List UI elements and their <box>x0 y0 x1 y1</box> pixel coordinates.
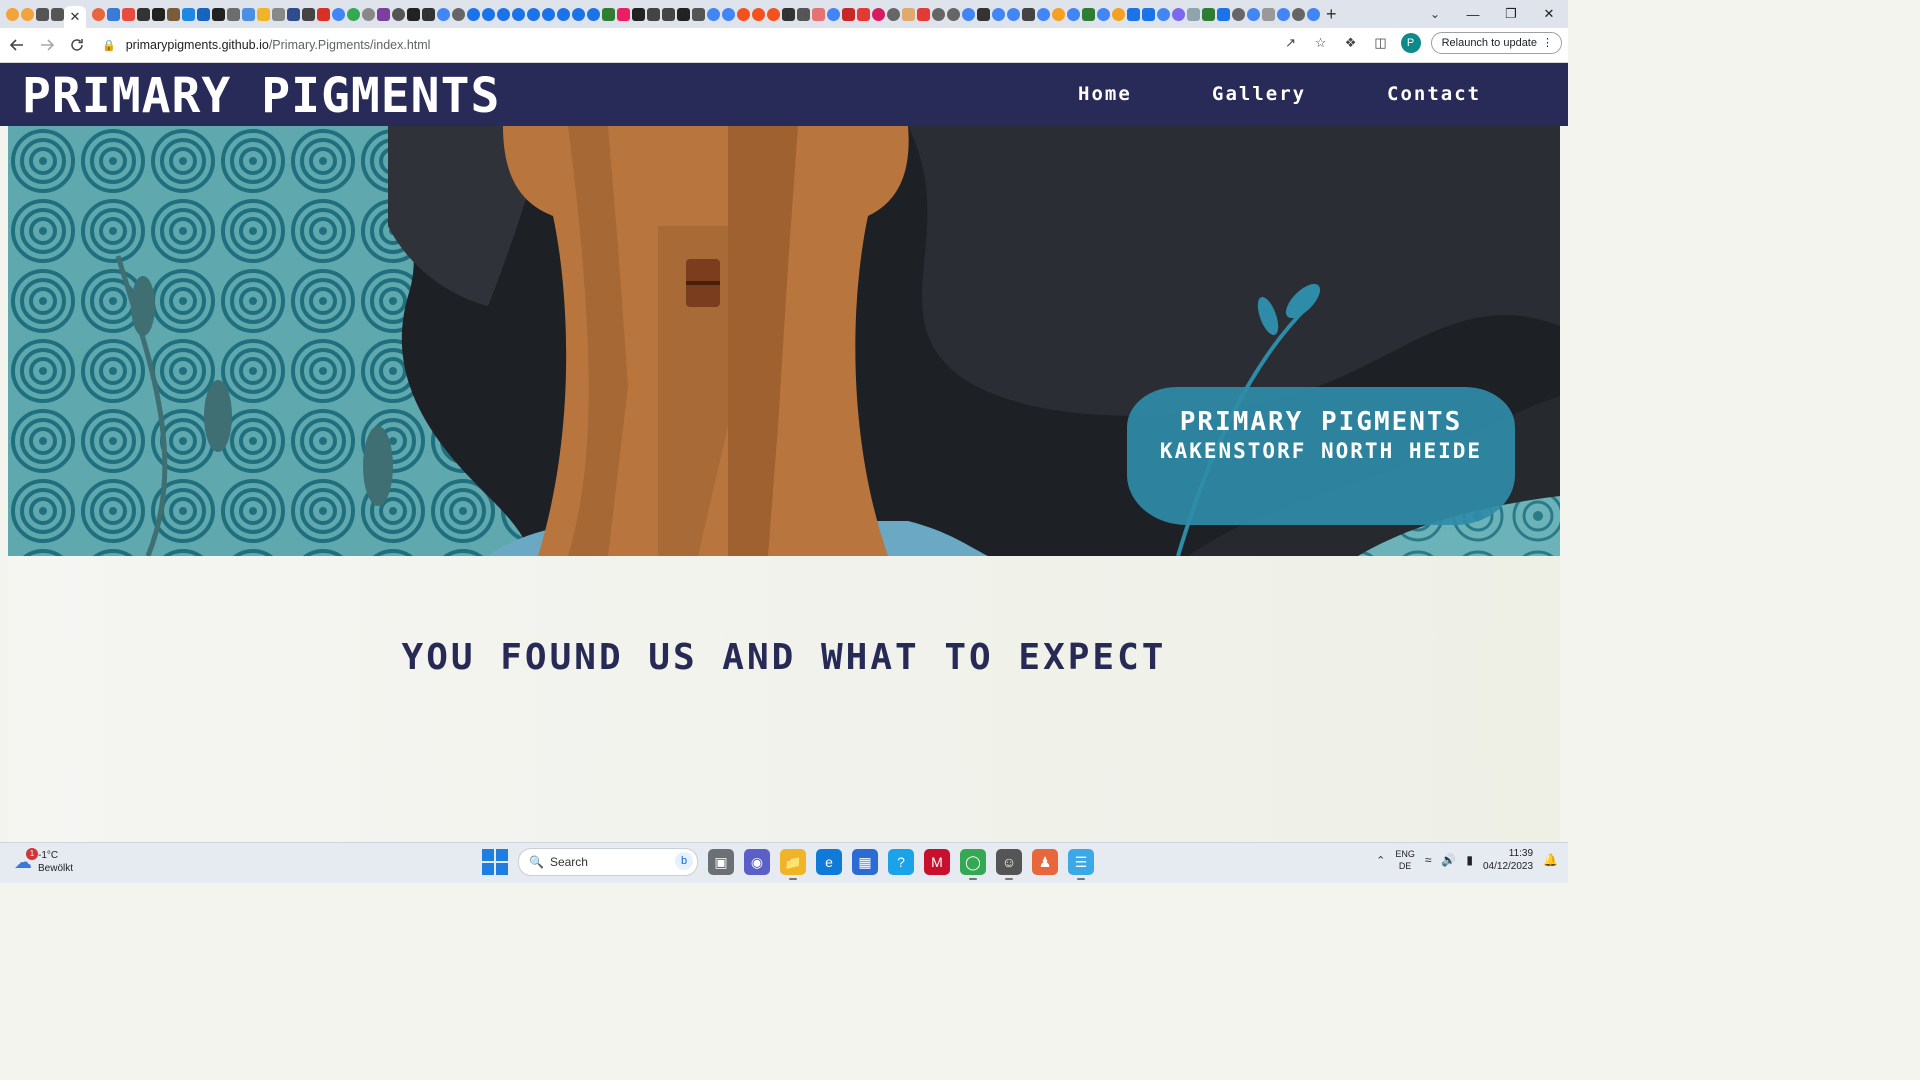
microsoft-store-icon[interactable]: ▦ <box>852 849 878 875</box>
url-host: primarypigments.github.io <box>125 38 269 52</box>
nav-home-link[interactable]: Home <box>1078 83 1132 105</box>
tab-favicon[interactable] <box>36 7 49 21</box>
site-logo[interactable]: PRIMARY PIGMENTS <box>22 68 500 124</box>
site-header: PRIMARY PIGMENTS Home Gallery Contact <box>0 63 1568 126</box>
url-path: /Primary.Pigments/index.html <box>268 38 431 52</box>
browser-toolbar: 🔒 primarypigments.github.io/Primary.Pigm… <box>0 28 1568 63</box>
reload-icon <box>71 39 83 51</box>
arrow-left-icon <box>10 39 23 51</box>
nav-contact-link[interactable]: Contact <box>1387 83 1481 105</box>
intro-section: YOU FOUND US AND WHAT TO EXPECT <box>8 556 1560 842</box>
active-tab-close-button[interactable]: ✕ <box>64 6 86 28</box>
notification-badge: 1 <box>26 847 38 860</box>
language-top: ENG <box>1395 849 1415 859</box>
taskbar-apps: 🔍 Search b ▣ ◉ 📁 e ▦ ? M ◯ ☺ ♟ ☰ <box>482 848 1094 880</box>
extensions-icon[interactable]: ❖ <box>1341 33 1361 53</box>
mcafee-icon[interactable]: M <box>924 849 950 875</box>
relaunch-label: Relaunch to update <box>1441 37 1537 49</box>
chevron-up-icon[interactable]: ⌃ <box>1376 854 1385 867</box>
hero-subtitle: KAKENSTORF NORTH HEIDE <box>1159 439 1483 463</box>
language-bottom: DE <box>1398 861 1412 871</box>
battery-icon[interactable]: ▮ <box>1466 853 1473 867</box>
clock-time: 11:39 <box>1508 848 1534 859</box>
new-tab-button[interactable]: + <box>1326 4 1337 25</box>
menu-dots-icon: ⋮ <box>1542 37 1553 49</box>
taskbar-search[interactable]: 🔍 Search b <box>518 848 698 876</box>
bing-icon[interactable]: b <box>675 852 693 870</box>
share-icon[interactable]: ↗ <box>1281 33 1301 53</box>
tab-favicon[interactable] <box>51 7 64 21</box>
app-person-icon[interactable]: ♟ <box>1032 849 1058 875</box>
arrow-right-icon <box>41 39 54 51</box>
section-heading: YOU FOUND US AND WHAT TO EXPECT <box>401 637 1167 678</box>
page-scrollbar[interactable] <box>1560 126 1568 842</box>
system-tray: ⌃ ENG DE ≈ 🔊 ▮ 11:39 04/12/2023 🔔 <box>1376 847 1558 873</box>
web-page: PRIMARY PIGMENTS Home Gallery Contact PR… <box>0 63 1568 842</box>
nav-gallery-link[interactable]: Gallery <box>1212 83 1306 105</box>
hero-title-card: PRIMARY PIGMENTS KAKENSTORF NORTH HEIDE <box>1127 387 1515 525</box>
back-button[interactable] <box>4 32 30 58</box>
search-placeholder: Search <box>549 855 588 869</box>
side-panel-icon[interactable]: ◫ <box>1371 33 1391 53</box>
search-icon: 🔍 <box>529 855 544 869</box>
language-indicator[interactable]: ENG DE <box>1395 848 1415 872</box>
help-icon[interactable]: ? <box>888 849 914 875</box>
clock-date: 04/12/2023 <box>1482 861 1534 872</box>
reload-button[interactable] <box>64 32 90 58</box>
notification-bell-icon[interactable]: 🔔 <box>1543 853 1558 867</box>
tab-favicon[interactable] <box>21 7 34 21</box>
edge-browser-icon[interactable]: e <box>816 849 842 875</box>
cloud-icon: ☁ 1 <box>14 847 38 873</box>
profile-avatar[interactable]: P <box>1400 33 1421 53</box>
notepad-icon[interactable]: ☰ <box>1068 849 1094 880</box>
restore-button[interactable]: ❐ <box>1492 0 1530 28</box>
file-explorer-icon[interactable]: 📁 <box>780 849 806 880</box>
weather-widget[interactable]: ☁ 1 -1°C Bewölkt <box>14 847 74 875</box>
forward-button[interactable] <box>34 32 60 58</box>
window-controls: — ❐ ✕ <box>1454 0 1568 28</box>
address-bar[interactable]: primarypigments.github.io/Primary.Pigmen… <box>126 38 431 52</box>
volume-icon[interactable]: 🔊 <box>1441 853 1456 867</box>
close-window-button[interactable]: ✕ <box>1530 0 1568 28</box>
emoji-app-icon[interactable]: ☺ <box>996 849 1022 880</box>
minimize-button[interactable]: — <box>1454 0 1492 28</box>
task-view-icon[interactable]: ▣ <box>708 849 734 875</box>
start-button[interactable] <box>482 849 508 875</box>
tab-search-button[interactable]: ⌄ <box>1420 0 1450 28</box>
pinned-tab-favicons[interactable] <box>0 0 64 28</box>
tab-favicons[interactable] <box>86 0 1320 28</box>
windows-taskbar: ☁ 1 -1°C Bewölkt 🔍 Search b ▣ ◉ 📁 e ▦ ? M… <box>0 842 1568 883</box>
hero-title: PRIMARY PIGMENTS <box>1179 407 1463 437</box>
tab-favicon[interactable] <box>6 7 19 21</box>
weather-temperature: -1°C <box>38 850 59 861</box>
relaunch-to-update-button[interactable]: Relaunch to update ⋮ <box>1430 32 1562 54</box>
chrome-browser-icon[interactable]: ◯ <box>960 849 986 880</box>
lock-icon[interactable]: 🔒 <box>102 39 116 52</box>
bookmark-star-icon[interactable]: ☆ <box>1311 33 1331 53</box>
teams-chat-icon[interactable]: ◉ <box>744 849 770 875</box>
hero-banner: PRIMARY PIGMENTS KAKENSTORF NORTH HEIDE <box>8 126 1560 559</box>
wifi-icon[interactable]: ≈ <box>1425 853 1432 867</box>
browser-tab-strip: ✕ + ⌄ — ❐ ✕ <box>0 0 1568 28</box>
weather-description: Bewölkt <box>38 863 74 874</box>
clock[interactable]: 11:39 04/12/2023 <box>1483 847 1533 873</box>
